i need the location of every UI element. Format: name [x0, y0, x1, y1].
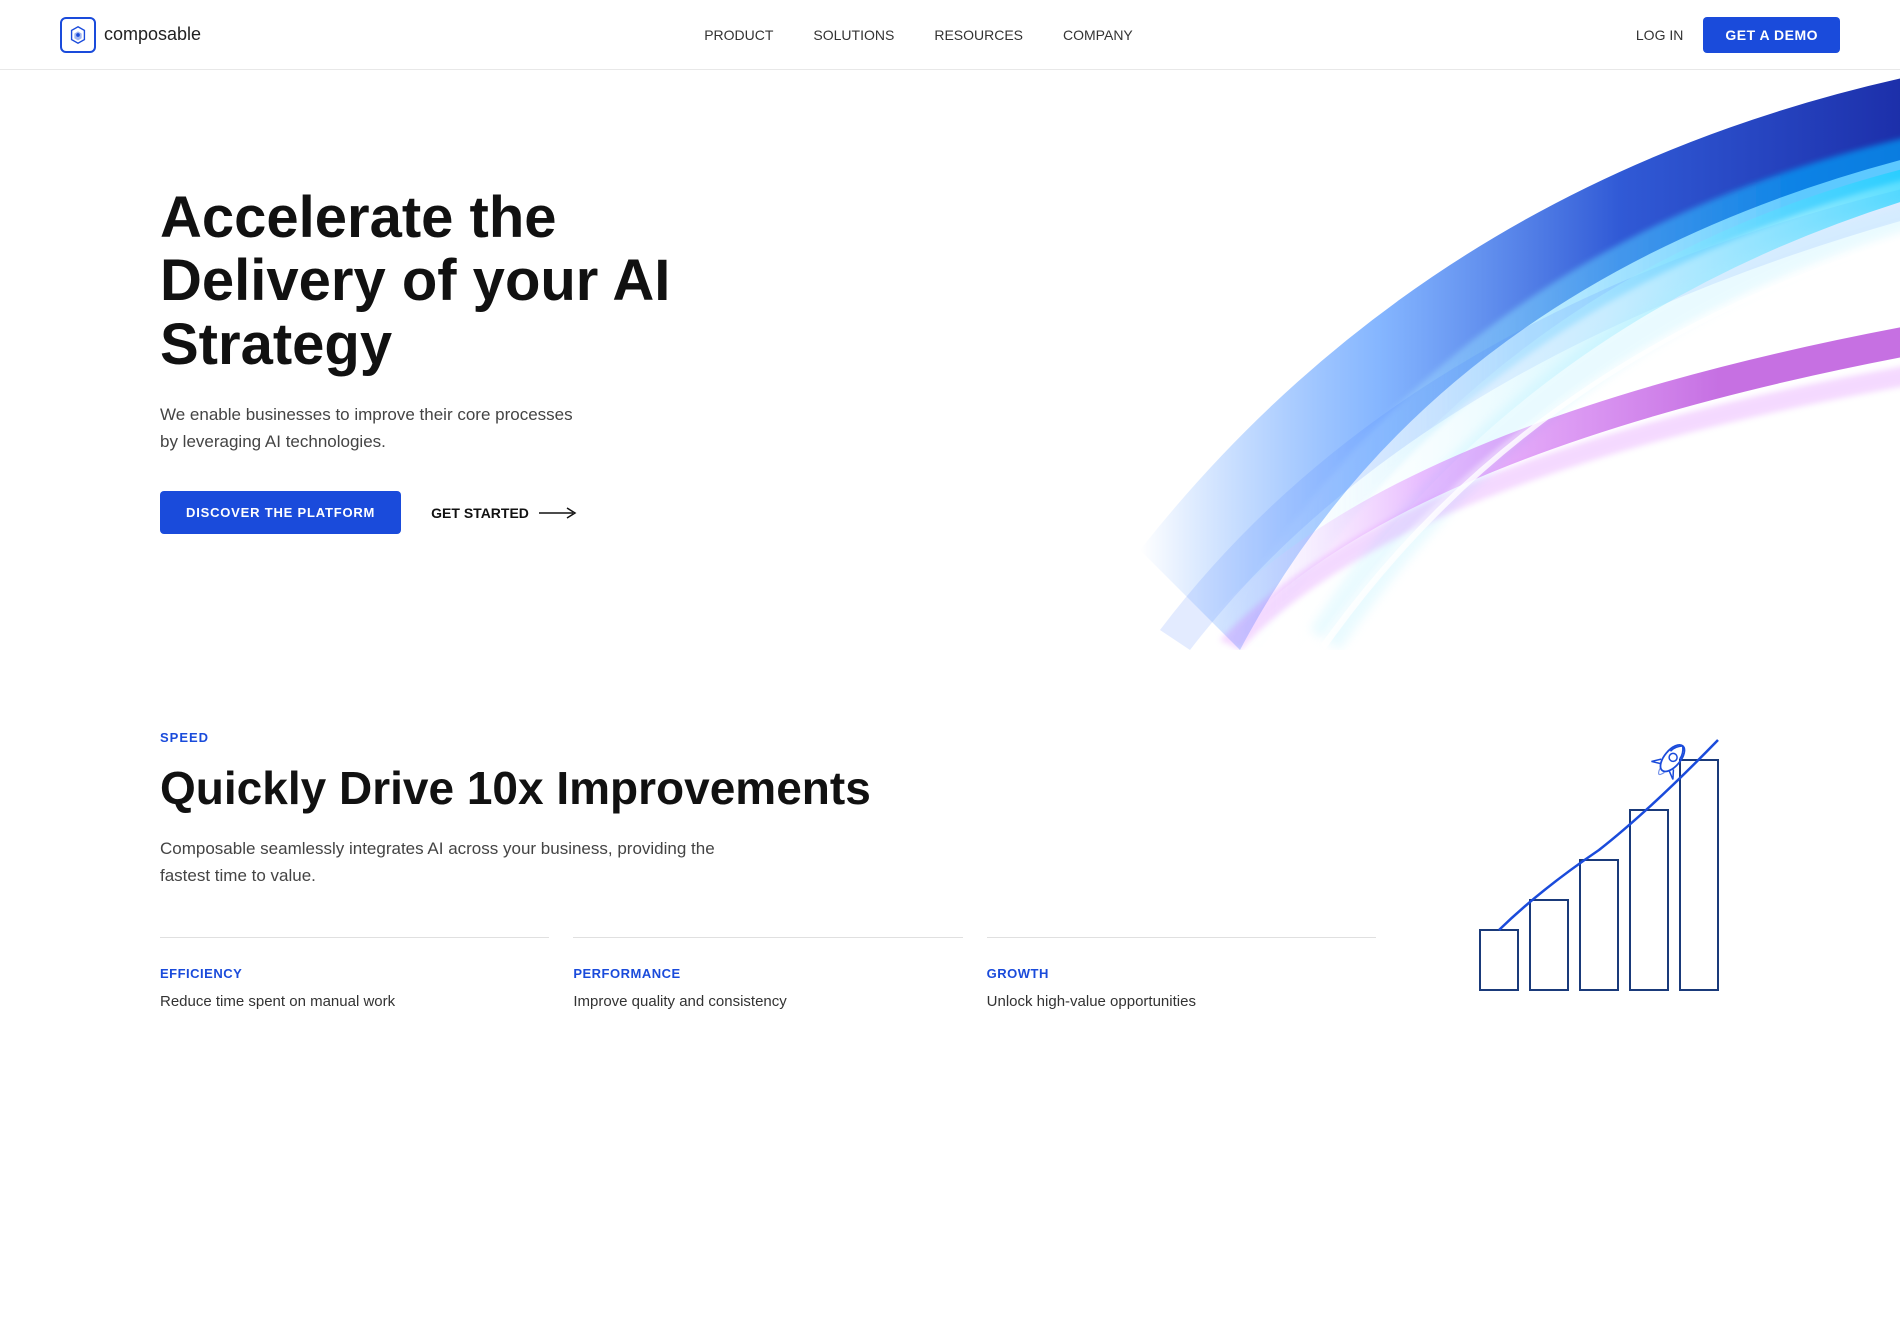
growth-label: GROWTH: [987, 966, 1352, 981]
nav-solutions[interactable]: SOLUTIONS: [813, 27, 894, 43]
discover-platform-button[interactable]: DISCOVER THE PLATFORM: [160, 491, 401, 534]
hero-wave-graphic: [1040, 70, 1900, 650]
logo[interactable]: composable: [60, 17, 201, 53]
nav-company[interactable]: COMPANY: [1063, 27, 1133, 43]
benefit-growth: GROWTH Unlock high-value opportunities: [987, 937, 1376, 1042]
benefit-efficiency: EFFICIENCY Reduce time spent on manual w…: [160, 937, 549, 1042]
get-demo-button[interactable]: GET A DEMO: [1703, 17, 1840, 53]
growth-chart-svg: [1470, 730, 1730, 1000]
arrow-icon: [539, 507, 579, 519]
logo-text: composable: [104, 24, 201, 45]
speed-section: SPEED Quickly Drive 10x Improvements Com…: [0, 650, 1900, 1102]
speed-visual: [1460, 730, 1740, 1000]
speed-description: Composable seamlessly integrates AI acro…: [160, 835, 720, 889]
hero-subtitle: We enable businesses to improve their co…: [160, 401, 580, 455]
speed-title: Quickly Drive 10x Improvements: [160, 761, 1400, 815]
performance-label: PERFORMANCE: [573, 966, 938, 981]
efficiency-label: EFFICIENCY: [160, 966, 525, 981]
nav-resources[interactable]: RESOURCES: [934, 27, 1023, 43]
performance-desc: Improve quality and consistency: [573, 991, 938, 1014]
hero-section: Accelerate the Delivery of your AI Strat…: [0, 70, 1900, 650]
efficiency-desc: Reduce time spent on manual work: [160, 991, 525, 1014]
login-button[interactable]: LOG IN: [1636, 27, 1683, 43]
speed-inner: SPEED Quickly Drive 10x Improvements Com…: [160, 730, 1740, 1042]
benefit-performance: PERFORMANCE Improve quality and consiste…: [573, 937, 962, 1042]
nav-product[interactable]: PRODUCT: [704, 27, 773, 43]
nav-links: PRODUCT SOLUTIONS RESOURCES COMPANY: [704, 27, 1133, 43]
navbar: composable PRODUCT SOLUTIONS RESOURCES C…: [0, 0, 1900, 70]
nav-actions: LOG IN GET A DEMO: [1636, 17, 1840, 53]
logo-icon: [60, 17, 96, 53]
composable-icon: [67, 24, 89, 46]
growth-desc: Unlock high-value opportunities: [987, 991, 1352, 1014]
speed-label: SPEED: [160, 730, 1400, 745]
hero-title: Accelerate the Delivery of your AI Strat…: [160, 186, 720, 377]
get-started-button[interactable]: GET STARTED: [431, 505, 579, 521]
hero-content: Accelerate the Delivery of your AI Strat…: [160, 186, 720, 535]
speed-text: SPEED Quickly Drive 10x Improvements Com…: [160, 730, 1400, 1042]
benefits-row: EFFICIENCY Reduce time spent on manual w…: [160, 937, 1400, 1042]
hero-buttons: DISCOVER THE PLATFORM GET STARTED: [160, 491, 720, 534]
